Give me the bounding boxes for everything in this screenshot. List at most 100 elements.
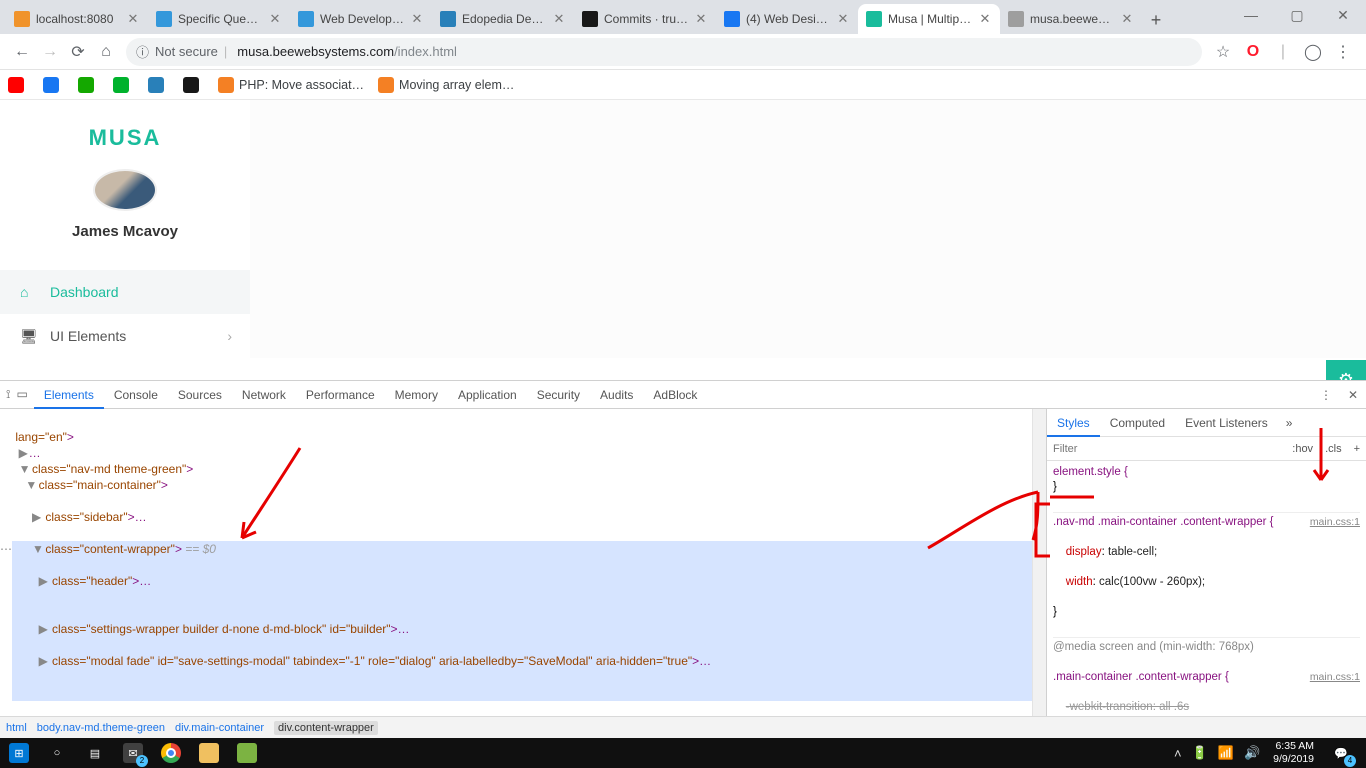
tray-icon[interactable]: ˄	[1169, 746, 1187, 761]
tray-icon[interactable]: 📶	[1213, 745, 1239, 761]
bookmark-label: Moving array elem…	[399, 78, 514, 92]
tab-close-icon[interactable]: ✕	[836, 12, 850, 26]
tab-favicon	[1008, 11, 1024, 27]
browser-tab[interactable]: Commits · trul…✕	[574, 4, 716, 34]
back-button[interactable]: ←	[8, 43, 36, 61]
styles-more-icon[interactable]: »	[1278, 416, 1301, 430]
breadcrumb-item[interactable]: div.content-wrapper	[274, 721, 378, 735]
styles-tab[interactable]: Computed	[1100, 409, 1175, 437]
tray-icon[interactable]: 🔋	[1187, 745, 1213, 761]
bookmark-item[interactable]	[113, 77, 134, 93]
bookmark-item[interactable]	[148, 77, 169, 93]
taskbar-clock[interactable]: 6:35 AM9/9/2019	[1265, 740, 1322, 766]
window-maximize-button[interactable]: ▢	[1274, 0, 1320, 30]
tab-label: Web Developm…	[320, 12, 406, 26]
tab-favicon	[440, 11, 456, 27]
taskbar-app[interactable]: ✉2	[114, 738, 152, 768]
content-wrapper-area	[250, 100, 1366, 358]
devtools-tab[interactable]: AdBlock	[643, 381, 707, 409]
devtools-tab[interactable]: Sources	[168, 381, 232, 409]
taskbar-app[interactable]: ○	[38, 738, 76, 768]
tab-label: localhost:8080	[36, 12, 122, 26]
taskbar-app[interactable]	[228, 738, 266, 768]
bookmark-item[interactable]: Moving array elem…	[378, 77, 514, 93]
taskbar-badge: 2	[136, 755, 148, 767]
sidebar-item[interactable]: ⌂Dashboard	[0, 270, 250, 314]
tab-close-icon[interactable]: ✕	[978, 12, 992, 26]
bookmark-item[interactable]	[8, 77, 29, 93]
styles-tab[interactable]: Event Listeners	[1175, 409, 1278, 437]
styles-tabbar: StylesComputedEvent Listeners»	[1047, 409, 1366, 437]
browser-tab[interactable]: (4) Web Desig…✕	[716, 4, 858, 34]
sidebar-item[interactable]: 🖥UI Elements›	[0, 314, 250, 358]
new-rule-button[interactable]: +	[1348, 443, 1366, 455]
taskbar-app-icon: ▤	[85, 743, 105, 763]
cls-toggle[interactable]: .cls	[1319, 443, 1348, 455]
breadcrumb-item[interactable]: div.main-container	[175, 722, 264, 734]
bookmark-item[interactable]	[78, 77, 99, 93]
toggle-device-icon[interactable]: ▭	[16, 387, 27, 402]
browser-menu-icon[interactable]: ⋮	[1328, 42, 1358, 62]
bookmark-star-icon[interactable]: ☆	[1208, 42, 1238, 62]
dom-scrollbar[interactable]	[1032, 409, 1046, 716]
user-avatar[interactable]	[93, 169, 157, 211]
tab-close-icon[interactable]: ✕	[126, 12, 140, 26]
styles-tab[interactable]: Styles	[1047, 409, 1100, 437]
devtools-close-icon[interactable]: ✕	[1340, 388, 1366, 402]
breadcrumb-item[interactable]: html	[6, 722, 27, 734]
tab-close-icon[interactable]: ✕	[552, 12, 566, 26]
forward-button[interactable]: →	[36, 43, 64, 61]
window-close-button[interactable]: ✕	[1320, 0, 1366, 30]
taskbar-app[interactable]	[152, 738, 190, 768]
omnibox[interactable]: ⓘ Not secure | musa.beewebsystems.com/in…	[126, 38, 1202, 66]
breadcrumb-item[interactable]: body.nav-md.theme-green	[37, 722, 165, 734]
tab-close-icon[interactable]: ✕	[1120, 12, 1134, 26]
browser-tab[interactable]: Musa | Multipu…✕	[858, 4, 1000, 34]
devtools-tab[interactable]: Application	[448, 381, 527, 409]
devtools-tab[interactable]: Console	[104, 381, 168, 409]
taskbar-app[interactable]: ▤	[76, 738, 114, 768]
new-tab-button[interactable]: +	[1142, 6, 1170, 34]
browser-tab[interactable]: Specific Quest…✕	[148, 4, 290, 34]
sidebar-menu: ⌂Dashboard🖥UI Elements›	[0, 270, 250, 358]
bookmark-item[interactable]	[183, 77, 204, 93]
taskbar-app[interactable]: ⊞	[0, 738, 38, 768]
devtools-more-icon[interactable]: ⋮	[1312, 388, 1340, 402]
hov-toggle[interactable]: :hov	[1286, 443, 1319, 455]
site-info-icon[interactable]: ⓘ	[136, 42, 149, 61]
sidebar-item-label: UI Elements	[50, 328, 126, 344]
sidebar-item-label: Dashboard	[50, 284, 119, 300]
tab-close-icon[interactable]: ✕	[410, 12, 424, 26]
tab-close-icon[interactable]: ✕	[694, 12, 708, 26]
inspect-element-icon[interactable]: ⟟	[6, 387, 10, 402]
bookmark-item[interactable]	[43, 77, 64, 93]
css-rules[interactable]: element.style {} main.css:1.nav-md .main…	[1047, 461, 1366, 716]
app-sidebar: MUSA James Mcavoy ⌂Dashboard🖥UI Elements…	[0, 100, 250, 358]
browser-tab[interactable]: musa.beewebs…✕	[1000, 4, 1142, 34]
devtools-tab[interactable]: Security	[527, 381, 590, 409]
elements-dom-tree[interactable]: lang="en"> ▶… ▼ class="nav-md theme-gree…	[0, 409, 1032, 716]
chrome-icon	[161, 743, 181, 763]
notification-badge: 4	[1344, 755, 1356, 767]
bookmark-item[interactable]: PHP: Move associat…	[218, 77, 364, 93]
tab-close-icon[interactable]: ✕	[268, 12, 282, 26]
styles-filter-input[interactable]	[1047, 443, 1286, 455]
taskbar-app-icon: ○	[47, 743, 67, 763]
browser-tab[interactable]: Edopedia Deve…✕	[432, 4, 574, 34]
devtools-tab[interactable]: Audits	[590, 381, 643, 409]
browser-tab[interactable]: Web Developm… ✕	[290, 4, 432, 34]
taskbar-app[interactable]	[190, 738, 228, 768]
action-center-icon[interactable]: 💬4	[1322, 738, 1360, 768]
home-button[interactable]: ⌂	[92, 43, 120, 61]
devtools-tab[interactable]: Performance	[296, 381, 385, 409]
devtools-tab[interactable]: Memory	[385, 381, 448, 409]
devtools-tab[interactable]: Elements	[34, 381, 104, 409]
profile-avatar-icon[interactable]: ◯	[1298, 42, 1328, 62]
window-minimize-button[interactable]: —	[1228, 0, 1274, 30]
elements-breadcrumb[interactable]: html body.nav-md.theme-green div.main-cont…	[0, 716, 1366, 738]
extension-icon[interactable]: O	[1238, 43, 1268, 61]
browser-tab[interactable]: localhost:8080 ✕	[6, 4, 148, 34]
devtools-tab[interactable]: Network	[232, 381, 296, 409]
tray-icon[interactable]: 🔊	[1239, 745, 1265, 761]
reload-button[interactable]: ⟳	[64, 42, 92, 62]
